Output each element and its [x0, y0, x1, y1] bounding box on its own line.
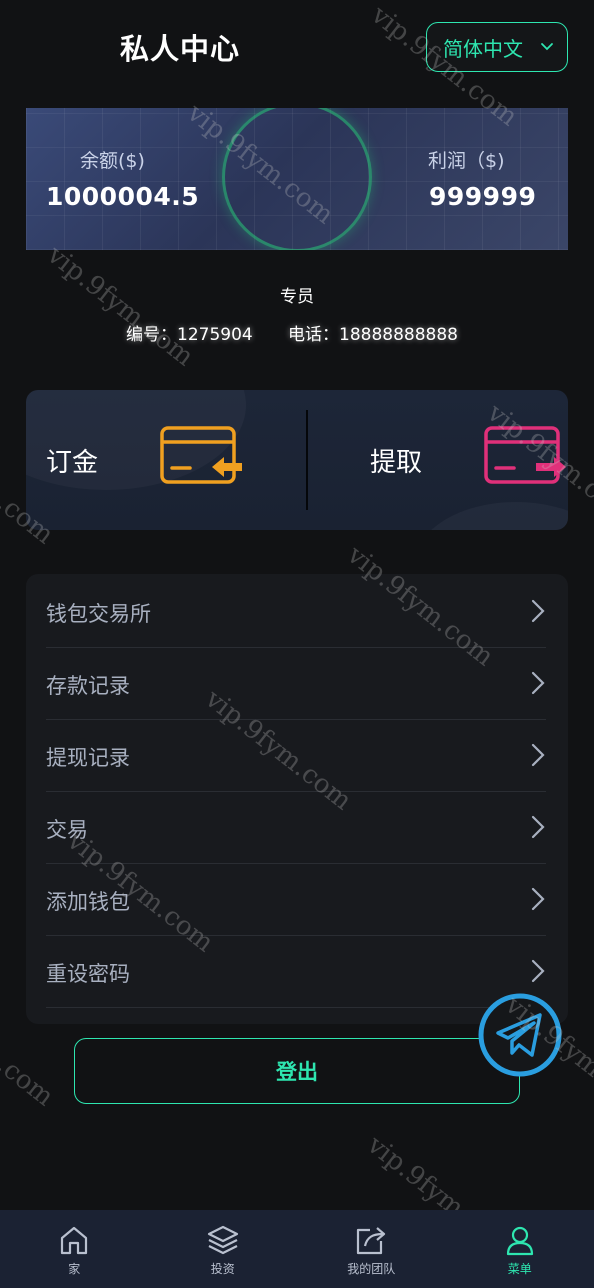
menu-item-label: 提现记录 [46, 746, 130, 770]
nav-item-invest[interactable]: 投资 [149, 1210, 298, 1288]
menu-item-trade[interactable]: 交易 [46, 792, 546, 864]
card-out-icon [484, 426, 566, 484]
menu-item-add-wallet[interactable]: 添加钱包 [46, 864, 546, 936]
menu-item-reset-password[interactable]: 重设密码 [46, 936, 546, 1008]
withdraw-label: 提取 [370, 448, 423, 478]
page-title: 私人中心 [120, 32, 241, 66]
chevron-right-icon [531, 815, 545, 839]
member-phone-label: 电话： [288, 325, 339, 345]
nav-label: 投资 [210, 1262, 235, 1276]
deposit-label: 订金 [46, 448, 99, 478]
menu-item-deposit-records[interactable]: 存款记录 [46, 648, 546, 720]
share-icon [357, 1227, 386, 1255]
member-level: 专员 [280, 287, 314, 307]
member-id-value: 1275904 [177, 325, 253, 345]
user-icon [506, 1226, 533, 1256]
chevron-down-icon [541, 43, 553, 51]
nav-item-menu[interactable]: 菜单 [446, 1210, 594, 1288]
header: 私人中心 简体中文 [0, 0, 594, 90]
balance-card: 余额($) 1000004.5 利润（$) 999999 [26, 108, 568, 250]
chevron-right-icon [531, 599, 545, 623]
home-icon [61, 1226, 88, 1255]
logout-button[interactable]: 登出 [74, 1038, 520, 1104]
menu-item-label: 钱包交易所 [46, 602, 151, 626]
card-in-icon [160, 426, 242, 484]
menu-item-label: 添加钱包 [46, 890, 130, 914]
balance-value: 1000004.5 [46, 182, 200, 211]
chevron-right-icon [531, 887, 545, 911]
logo-ring [222, 108, 372, 250]
menu-item-wallet-exchange[interactable]: 钱包交易所 [46, 576, 546, 648]
menu-item-label: 重设密码 [46, 962, 130, 986]
bottom-nav: 家 投资 我的团队 菜单 [0, 1210, 594, 1288]
nav-label: 菜单 [507, 1262, 532, 1276]
telegram-icon[interactable] [478, 993, 562, 1077]
profit-label: 利润（$) [428, 150, 505, 172]
withdraw-button[interactable]: 提取 [308, 390, 568, 530]
menu-item-withdraw-records[interactable]: 提现记录 [46, 720, 546, 792]
balance-label: 余额($) [80, 150, 145, 172]
nav-item-home[interactable]: 家 [0, 1210, 149, 1288]
profit-value: 999999 [429, 182, 537, 211]
nav-label: 家 [68, 1262, 81, 1276]
nav-label: 我的团队 [347, 1262, 396, 1276]
chevron-right-icon [531, 671, 545, 695]
action-card: 订金 提取 [26, 390, 568, 530]
language-value: 简体中文 [443, 36, 523, 61]
member-id: 编号：1275904 [126, 320, 253, 345]
language-select[interactable]: 简体中文 [426, 22, 568, 72]
chevron-right-icon [531, 743, 545, 767]
menu-item-label: 存款记录 [46, 674, 130, 698]
menu-item-label: 交易 [46, 818, 88, 842]
member-phone: 电话：18888888888 [288, 320, 458, 345]
menu-list: 钱包交易所 存款记录 提现记录 交易 添加钱包 重设密码 [26, 574, 568, 1024]
deposit-button[interactable]: 订金 [26, 390, 306, 530]
nav-item-my-team[interactable]: 我的团队 [297, 1210, 446, 1288]
layers-icon [207, 1225, 238, 1255]
member-id-label: 编号： [126, 325, 177, 345]
member-phone-value: 18888888888 [339, 325, 458, 345]
chevron-right-icon [531, 959, 545, 983]
